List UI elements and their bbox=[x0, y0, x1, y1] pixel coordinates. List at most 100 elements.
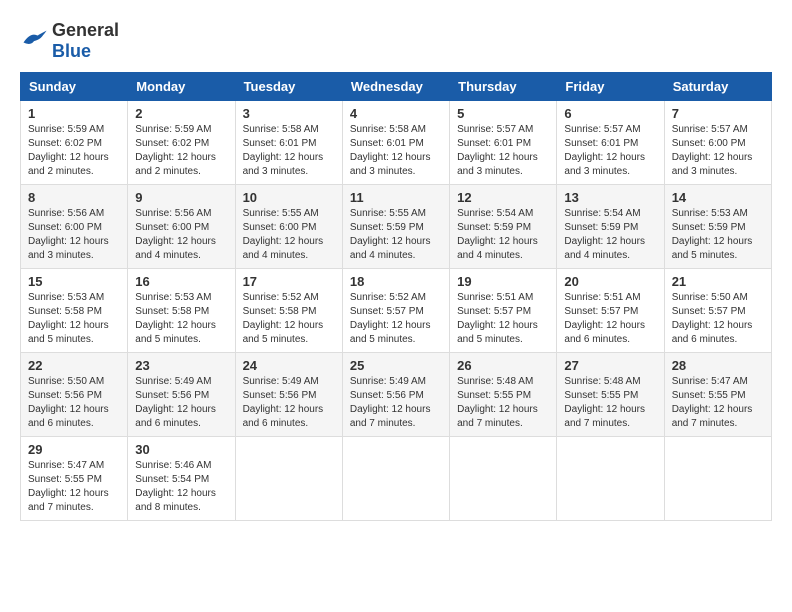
cell-content: Sunrise: 5:55 AM Sunset: 6:00 PM Dayligh… bbox=[243, 207, 335, 263]
cell-content: Sunrise: 5:53 AM Sunset: 5:59 PM Dayligh… bbox=[672, 207, 764, 263]
calendar-cell: 21 Sunrise: 5:50 AM Sunset: 5:57 PM Dayl… bbox=[664, 269, 771, 353]
calendar-cell bbox=[450, 437, 557, 521]
calendar-cell: 15 Sunrise: 5:53 AM Sunset: 5:58 PM Dayl… bbox=[21, 269, 128, 353]
day-number: 29 bbox=[28, 442, 120, 457]
day-number: 24 bbox=[243, 358, 335, 373]
week-row-5: 29 Sunrise: 5:47 AM Sunset: 5:55 PM Dayl… bbox=[21, 437, 772, 521]
calendar-cell: 24 Sunrise: 5:49 AM Sunset: 5:56 PM Dayl… bbox=[235, 353, 342, 437]
cell-content: Sunrise: 5:46 AM Sunset: 5:54 PM Dayligh… bbox=[135, 459, 227, 515]
calendar-cell: 27 Sunrise: 5:48 AM Sunset: 5:55 PM Dayl… bbox=[557, 353, 664, 437]
calendar-cell: 5 Sunrise: 5:57 AM Sunset: 6:01 PM Dayli… bbox=[450, 101, 557, 185]
day-number: 25 bbox=[350, 358, 442, 373]
cell-content: Sunrise: 5:53 AM Sunset: 5:58 PM Dayligh… bbox=[28, 291, 120, 347]
weekday-header-thursday: Thursday bbox=[450, 73, 557, 101]
day-number: 21 bbox=[672, 274, 764, 289]
calendar-cell: 28 Sunrise: 5:47 AM Sunset: 5:55 PM Dayl… bbox=[664, 353, 771, 437]
day-number: 23 bbox=[135, 358, 227, 373]
logo-blue: Blue bbox=[52, 41, 91, 61]
calendar-cell bbox=[342, 437, 449, 521]
calendar-cell: 26 Sunrise: 5:48 AM Sunset: 5:55 PM Dayl… bbox=[450, 353, 557, 437]
calendar-table: SundayMondayTuesdayWednesdayThursdayFrid… bbox=[20, 72, 772, 521]
cell-content: Sunrise: 5:51 AM Sunset: 5:57 PM Dayligh… bbox=[564, 291, 656, 347]
day-number: 28 bbox=[672, 358, 764, 373]
day-number: 26 bbox=[457, 358, 549, 373]
calendar-cell: 3 Sunrise: 5:58 AM Sunset: 6:01 PM Dayli… bbox=[235, 101, 342, 185]
cell-content: Sunrise: 5:47 AM Sunset: 5:55 PM Dayligh… bbox=[672, 375, 764, 431]
day-number: 7 bbox=[672, 106, 764, 121]
weekday-header-wednesday: Wednesday bbox=[342, 73, 449, 101]
day-number: 30 bbox=[135, 442, 227, 457]
cell-content: Sunrise: 5:52 AM Sunset: 5:57 PM Dayligh… bbox=[350, 291, 442, 347]
calendar-cell: 8 Sunrise: 5:56 AM Sunset: 6:00 PM Dayli… bbox=[21, 185, 128, 269]
cell-content: Sunrise: 5:55 AM Sunset: 5:59 PM Dayligh… bbox=[350, 207, 442, 263]
calendar-cell: 16 Sunrise: 5:53 AM Sunset: 5:58 PM Dayl… bbox=[128, 269, 235, 353]
cell-content: Sunrise: 5:49 AM Sunset: 5:56 PM Dayligh… bbox=[350, 375, 442, 431]
day-number: 12 bbox=[457, 190, 549, 205]
cell-content: Sunrise: 5:57 AM Sunset: 6:01 PM Dayligh… bbox=[564, 123, 656, 179]
day-number: 18 bbox=[350, 274, 442, 289]
calendar-cell: 12 Sunrise: 5:54 AM Sunset: 5:59 PM Dayl… bbox=[450, 185, 557, 269]
calendar-cell: 23 Sunrise: 5:49 AM Sunset: 5:56 PM Dayl… bbox=[128, 353, 235, 437]
cell-content: Sunrise: 5:57 AM Sunset: 6:00 PM Dayligh… bbox=[672, 123, 764, 179]
day-number: 20 bbox=[564, 274, 656, 289]
cell-content: Sunrise: 5:54 AM Sunset: 5:59 PM Dayligh… bbox=[457, 207, 549, 263]
cell-content: Sunrise: 5:56 AM Sunset: 6:00 PM Dayligh… bbox=[28, 207, 120, 263]
cell-content: Sunrise: 5:53 AM Sunset: 5:58 PM Dayligh… bbox=[135, 291, 227, 347]
week-row-2: 8 Sunrise: 5:56 AM Sunset: 6:00 PM Dayli… bbox=[21, 185, 772, 269]
weekday-header-tuesday: Tuesday bbox=[235, 73, 342, 101]
day-number: 4 bbox=[350, 106, 442, 121]
calendar-cell: 30 Sunrise: 5:46 AM Sunset: 5:54 PM Dayl… bbox=[128, 437, 235, 521]
day-number: 10 bbox=[243, 190, 335, 205]
calendar-cell: 6 Sunrise: 5:57 AM Sunset: 6:01 PM Dayli… bbox=[557, 101, 664, 185]
day-number: 27 bbox=[564, 358, 656, 373]
calendar-body: 1 Sunrise: 5:59 AM Sunset: 6:02 PM Dayli… bbox=[21, 101, 772, 521]
weekday-header-sunday: Sunday bbox=[21, 73, 128, 101]
calendar-cell: 19 Sunrise: 5:51 AM Sunset: 5:57 PM Dayl… bbox=[450, 269, 557, 353]
calendar-cell bbox=[235, 437, 342, 521]
weekday-header-monday: Monday bbox=[128, 73, 235, 101]
page-header: General Blue bbox=[20, 20, 772, 62]
cell-content: Sunrise: 5:50 AM Sunset: 5:56 PM Dayligh… bbox=[28, 375, 120, 431]
logo: General Blue bbox=[20, 20, 119, 62]
calendar-cell bbox=[557, 437, 664, 521]
calendar-cell: 7 Sunrise: 5:57 AM Sunset: 6:00 PM Dayli… bbox=[664, 101, 771, 185]
day-number: 2 bbox=[135, 106, 227, 121]
cell-content: Sunrise: 5:52 AM Sunset: 5:58 PM Dayligh… bbox=[243, 291, 335, 347]
day-number: 5 bbox=[457, 106, 549, 121]
week-row-1: 1 Sunrise: 5:59 AM Sunset: 6:02 PM Dayli… bbox=[21, 101, 772, 185]
calendar-cell: 25 Sunrise: 5:49 AM Sunset: 5:56 PM Dayl… bbox=[342, 353, 449, 437]
weekday-header-friday: Friday bbox=[557, 73, 664, 101]
logo-text: General Blue bbox=[52, 20, 119, 62]
day-number: 8 bbox=[28, 190, 120, 205]
day-number: 15 bbox=[28, 274, 120, 289]
calendar-cell: 17 Sunrise: 5:52 AM Sunset: 5:58 PM Dayl… bbox=[235, 269, 342, 353]
day-number: 19 bbox=[457, 274, 549, 289]
day-number: 17 bbox=[243, 274, 335, 289]
day-number: 11 bbox=[350, 190, 442, 205]
day-number: 1 bbox=[28, 106, 120, 121]
cell-content: Sunrise: 5:59 AM Sunset: 6:02 PM Dayligh… bbox=[135, 123, 227, 179]
cell-content: Sunrise: 5:47 AM Sunset: 5:55 PM Dayligh… bbox=[28, 459, 120, 515]
calendar-cell: 1 Sunrise: 5:59 AM Sunset: 6:02 PM Dayli… bbox=[21, 101, 128, 185]
day-number: 16 bbox=[135, 274, 227, 289]
cell-content: Sunrise: 5:56 AM Sunset: 6:00 PM Dayligh… bbox=[135, 207, 227, 263]
week-row-3: 15 Sunrise: 5:53 AM Sunset: 5:58 PM Dayl… bbox=[21, 269, 772, 353]
cell-content: Sunrise: 5:49 AM Sunset: 5:56 PM Dayligh… bbox=[243, 375, 335, 431]
cell-content: Sunrise: 5:58 AM Sunset: 6:01 PM Dayligh… bbox=[350, 123, 442, 179]
calendar-cell: 9 Sunrise: 5:56 AM Sunset: 6:00 PM Dayli… bbox=[128, 185, 235, 269]
calendar-cell: 14 Sunrise: 5:53 AM Sunset: 5:59 PM Dayl… bbox=[664, 185, 771, 269]
day-number: 22 bbox=[28, 358, 120, 373]
logo-general: General bbox=[52, 20, 119, 40]
cell-content: Sunrise: 5:57 AM Sunset: 6:01 PM Dayligh… bbox=[457, 123, 549, 179]
cell-content: Sunrise: 5:50 AM Sunset: 5:57 PM Dayligh… bbox=[672, 291, 764, 347]
calendar-cell: 11 Sunrise: 5:55 AM Sunset: 5:59 PM Dayl… bbox=[342, 185, 449, 269]
calendar-cell: 2 Sunrise: 5:59 AM Sunset: 6:02 PM Dayli… bbox=[128, 101, 235, 185]
calendar-cell: 4 Sunrise: 5:58 AM Sunset: 6:01 PM Dayli… bbox=[342, 101, 449, 185]
day-number: 9 bbox=[135, 190, 227, 205]
cell-content: Sunrise: 5:54 AM Sunset: 5:59 PM Dayligh… bbox=[564, 207, 656, 263]
calendar-cell: 18 Sunrise: 5:52 AM Sunset: 5:57 PM Dayl… bbox=[342, 269, 449, 353]
day-number: 3 bbox=[243, 106, 335, 121]
cell-content: Sunrise: 5:48 AM Sunset: 5:55 PM Dayligh… bbox=[564, 375, 656, 431]
cell-content: Sunrise: 5:51 AM Sunset: 5:57 PM Dayligh… bbox=[457, 291, 549, 347]
weekday-header-saturday: Saturday bbox=[664, 73, 771, 101]
